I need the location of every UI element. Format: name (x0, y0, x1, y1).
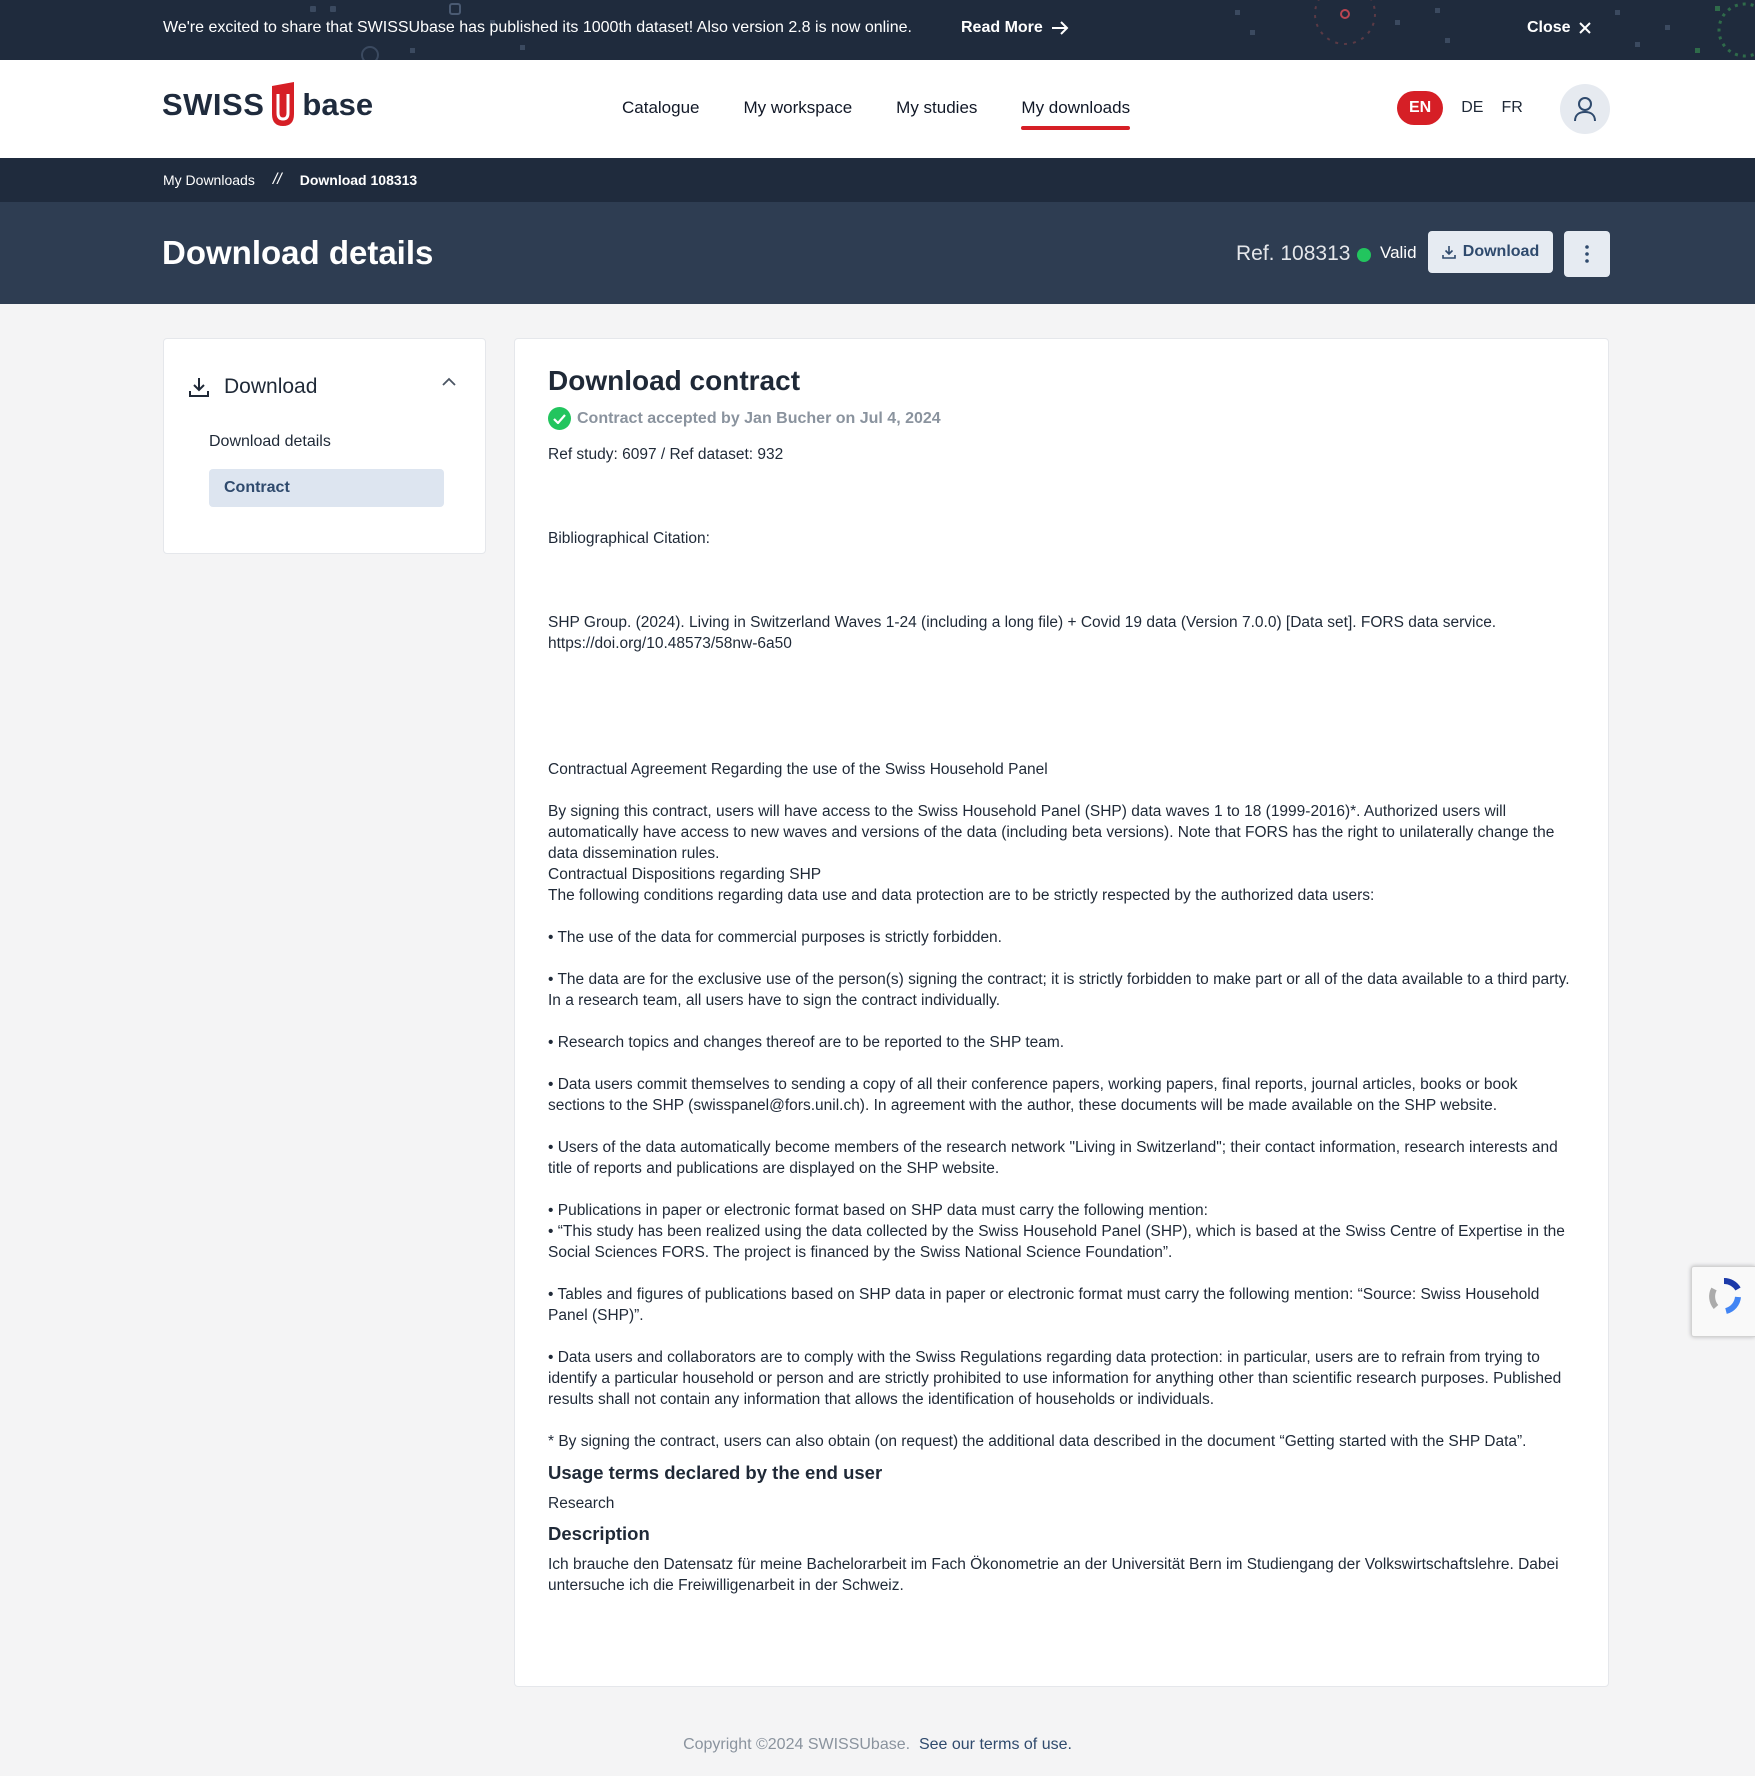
download-icon (189, 378, 209, 397)
contract-card: Download contract Contract accepted by J… (514, 338, 1609, 1687)
condition-item: • Publications in paper or electronic fo… (548, 1202, 1208, 1219)
condition-item: • “This study has been realized using th… (548, 1223, 1565, 1261)
decorative-pattern (1235, 0, 1755, 58)
nav-my-studies[interactable]: My studies (896, 98, 977, 124)
contract-accepted-status: Contract accepted by Jan Bucher on Jul 4… (548, 407, 1578, 430)
condition-item: • The use of the data for commercial pur… (548, 929, 1002, 946)
announcement-text: We're excited to share that SWISSUbase h… (163, 19, 912, 36)
breadcrumb-current: Download 108313 (299, 172, 418, 188)
description-heading: Description (548, 1523, 650, 1544)
arrow-right-icon (1051, 21, 1069, 35)
read-more-label: Read More (961, 19, 1043, 36)
swissubase-logo[interactable]: SWISS base (162, 82, 373, 128)
download-button[interactable]: Download (1428, 231, 1553, 273)
sidebar-section-download[interactable]: Download (188, 375, 317, 399)
user-avatar-button[interactable] (1560, 84, 1610, 134)
recaptcha-icon (1709, 1277, 1741, 1314)
download-button-label: Download (1462, 243, 1540, 260)
agreement-intro: By signing this contract, users will hav… (548, 803, 1555, 862)
condition-item: • Users of the data automatically become… (548, 1139, 1558, 1177)
citation-url: https://doi.org/10.48573/58nw-6a50 (548, 635, 792, 652)
logo-text-left: SWISS (162, 87, 265, 122)
condition-item: • The data are for the exclusive use of … (548, 971, 1570, 1009)
nav-my-downloads[interactable]: My downloads (1021, 98, 1130, 130)
kebab-menu-icon (1585, 245, 1589, 263)
download-icon (1441, 246, 1456, 259)
conditions-text: The following conditions regarding data … (548, 887, 1375, 904)
chevron-up-icon[interactable] (442, 377, 456, 387)
sidebar-nav: Download Download details Contract (163, 338, 486, 554)
contract-title: Download contract (548, 365, 801, 396)
check-circle-icon (548, 407, 571, 430)
close-icon (1578, 22, 1591, 34)
breadcrumb-separator: // (272, 171, 282, 188)
page-title: Download details (162, 234, 434, 271)
dispositions-heading: Contractual Dispositions regarding SHP (548, 866, 822, 883)
reference-number: Ref. 108313 (1236, 242, 1351, 265)
citation-label: Bibliographical Citation: (548, 530, 710, 547)
site-header: SWISS base Catalogue My workspace My stu… (0, 60, 1755, 158)
breadcrumb: My Downloads // Download 108313 (0, 158, 1755, 202)
close-announcement-button[interactable]: Close (1527, 19, 1591, 37)
usage-terms-heading: Usage terms declared by the end user (548, 1462, 883, 1483)
announcement-bar: We're excited to share that SWISSUbase h… (0, 0, 1755, 60)
condition-item: • Research topics and changes thereof ar… (548, 1034, 1065, 1051)
status-dot (1357, 248, 1371, 262)
condition-item: • Tables and figures of publications bas… (548, 1286, 1540, 1324)
footnote: * By signing the contract, users can als… (548, 1433, 1527, 1450)
close-label: Close (1527, 19, 1571, 36)
citation-text: SHP Group. (2024). Living in Switzerland… (548, 614, 1497, 631)
sidebar-item-download-details[interactable]: Download details (209, 433, 331, 451)
contract-accepted-text: Contract accepted by Jan Bucher on Jul 4… (577, 409, 941, 427)
footer: Copyright ©2024 SWISSUbase. See our term… (0, 1736, 1755, 1754)
condition-item: • Data users commit themselves to sendin… (548, 1076, 1518, 1114)
ref-line: Ref study: 6097 / Ref dataset: 932 (548, 446, 784, 463)
nav-catalogue[interactable]: Catalogue (622, 98, 700, 124)
recaptcha-badge[interactable] (1691, 1266, 1755, 1337)
usage-terms-value: Research (548, 1495, 615, 1512)
main-nav: Catalogue My workspace My studies My dow… (622, 98, 1130, 130)
logo-u-icon (272, 82, 295, 126)
lang-fr[interactable]: FR (1501, 99, 1522, 117)
sidebar-item-contract[interactable]: Contract (209, 469, 444, 507)
lang-en[interactable]: EN (1397, 91, 1444, 125)
read-more-link[interactable]: Read More (961, 19, 1069, 37)
status-badge: Valid (1380, 243, 1417, 262)
sidebar-section-label: Download (224, 375, 318, 398)
language-switcher: EN DE FR (1397, 91, 1523, 125)
agreement-title: Contractual Agreement Regarding the use … (548, 761, 1048, 778)
more-options-button[interactable] (1564, 231, 1610, 277)
title-band: Download details Ref. 108313 Valid Downl… (0, 202, 1755, 304)
lang-de[interactable]: DE (1461, 99, 1483, 117)
logo-text-right: base (302, 87, 374, 122)
user-icon (1574, 97, 1596, 122)
terms-of-use-link[interactable]: See our terms of use. (919, 1736, 1072, 1753)
nav-my-workspace[interactable]: My workspace (744, 98, 853, 124)
copyright-text: Copyright ©2024 SWISSUbase. (683, 1736, 911, 1753)
description-value: Ich brauche den Datensatz für meine Bach… (548, 1556, 1559, 1594)
condition-item: • Data users and collaborators are to co… (548, 1349, 1562, 1408)
breadcrumb-my-downloads[interactable]: My Downloads (163, 172, 255, 188)
